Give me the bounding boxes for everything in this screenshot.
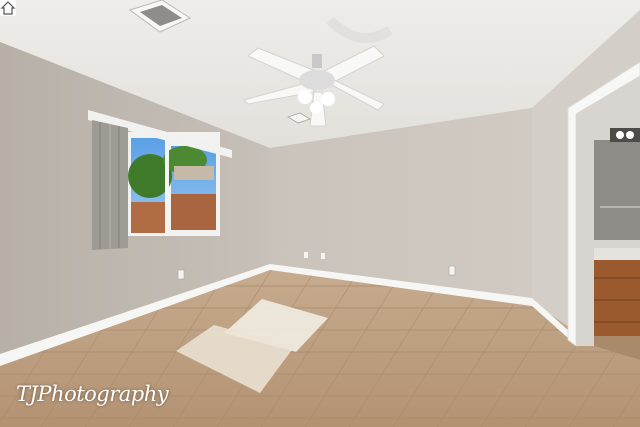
electrical-outlet-icon	[304, 252, 308, 258]
bathroom-mirror	[594, 140, 640, 240]
room-illustration	[0, 0, 640, 427]
vanity-countertop	[594, 248, 640, 260]
photographer-watermark: TJPhotography	[16, 382, 169, 406]
electrical-outlet-icon	[177, 269, 185, 280]
home-logo-icon	[0, 0, 16, 16]
electrical-outlet-icon	[448, 265, 456, 276]
room-photo: TJPhotography	[0, 0, 640, 427]
vanity-light	[610, 128, 640, 142]
electrical-outlet-icon	[321, 253, 325, 259]
vanity-cabinet	[594, 260, 640, 336]
